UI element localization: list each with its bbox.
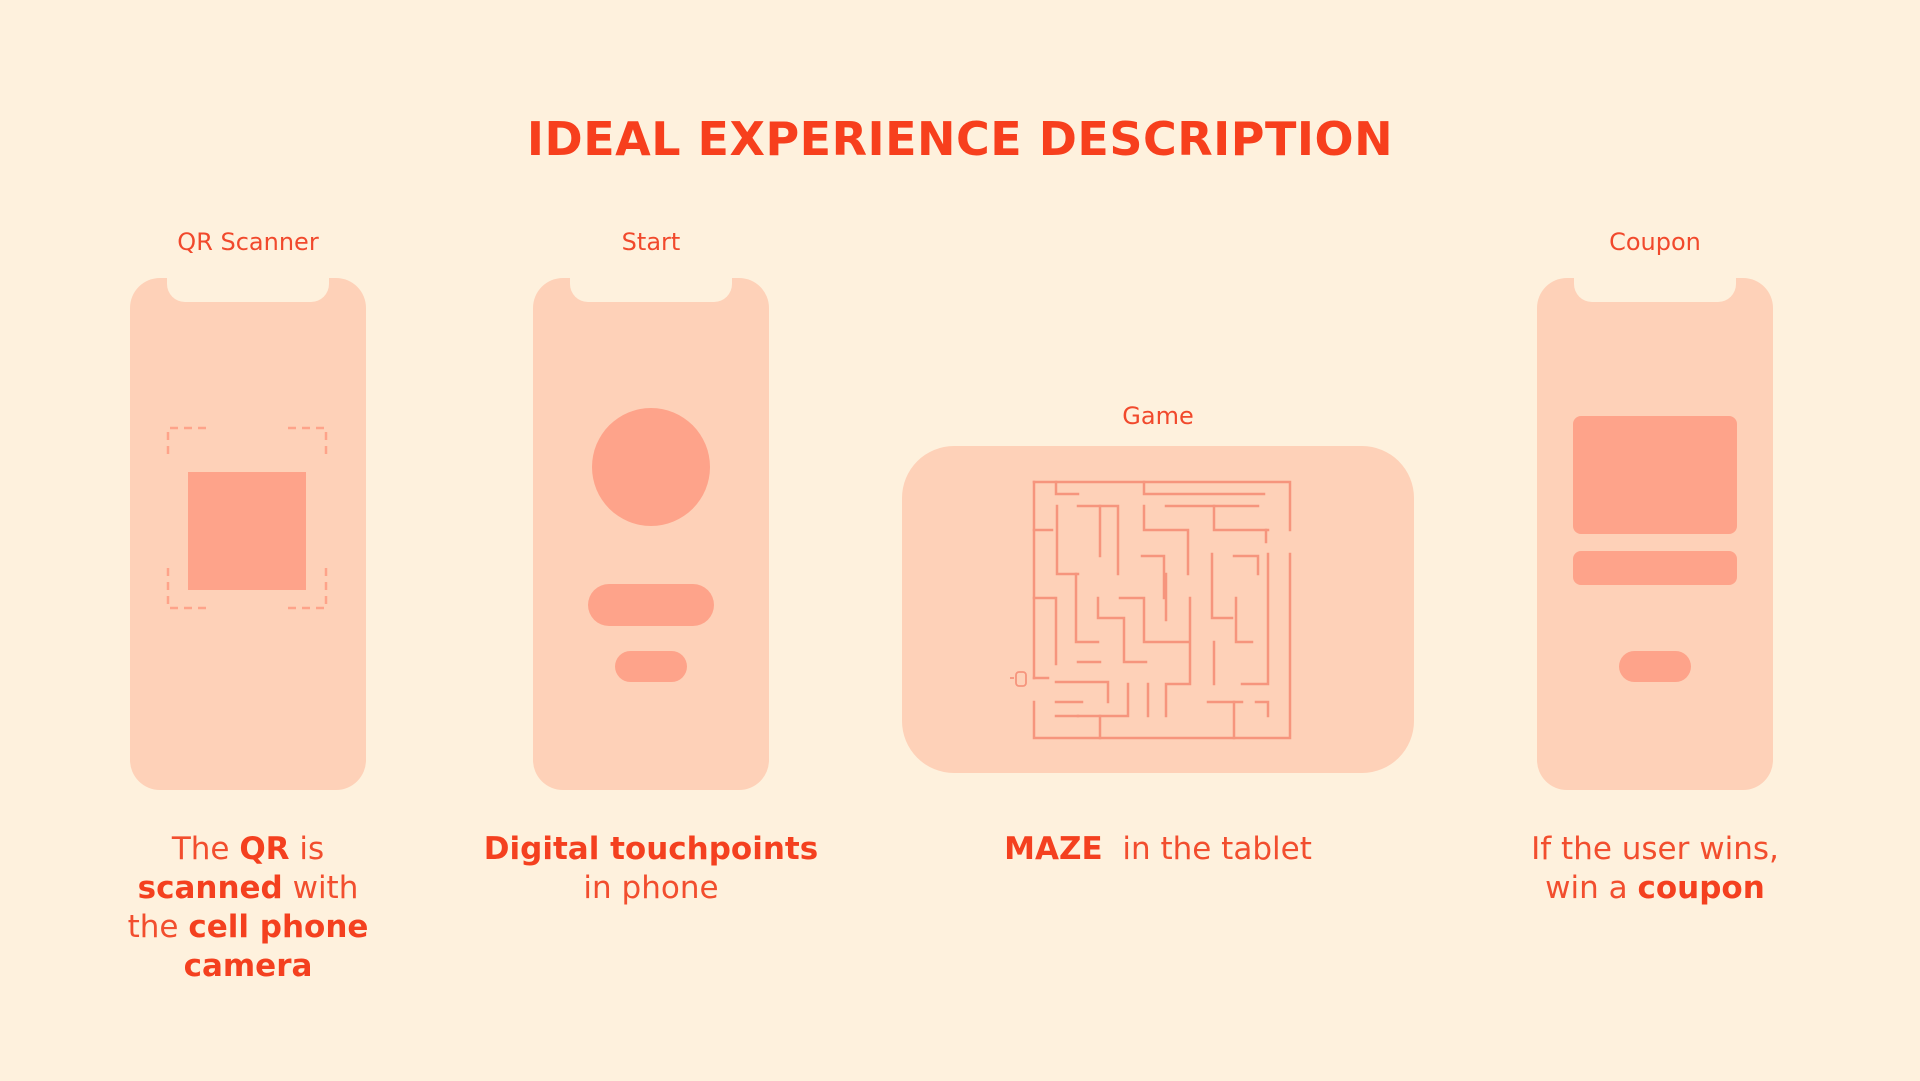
qr-scanner-label: QR Scanner (177, 228, 319, 256)
coupon-description: If the user wins, win a coupon (1531, 831, 1779, 906)
start-secondary-button (615, 651, 687, 682)
coupon-text-bar (1573, 551, 1737, 585)
maze-icon (1010, 480, 1292, 740)
start-label: Start (621, 228, 681, 256)
page-title: IDEAL EXPERIENCE DESCRIPTION (526, 112, 1394, 166)
qr-scanner-description: The QR is scanned with the cell phone ca… (127, 831, 369, 984)
coupon-phone (1537, 278, 1773, 790)
coupon-button (1619, 651, 1691, 682)
start-primary-button (588, 584, 714, 626)
start-description: Digital touchpoints in phone (483, 831, 819, 906)
coupon-card (1573, 416, 1737, 534)
qr-scan-frame (166, 426, 328, 610)
game-description: MAZE in the tablet (1004, 831, 1312, 867)
maze-player-icon (1015, 671, 1027, 687)
game-label: Game (1122, 402, 1194, 430)
phone-notch (570, 278, 732, 302)
start-avatar-circle (592, 408, 710, 526)
qr-code-square (188, 472, 306, 590)
phone-notch (1574, 278, 1736, 302)
start-phone (533, 278, 769, 790)
game-tablet (902, 446, 1414, 773)
qr-scanner-phone (130, 278, 366, 790)
coupon-label: Coupon (1609, 228, 1701, 256)
